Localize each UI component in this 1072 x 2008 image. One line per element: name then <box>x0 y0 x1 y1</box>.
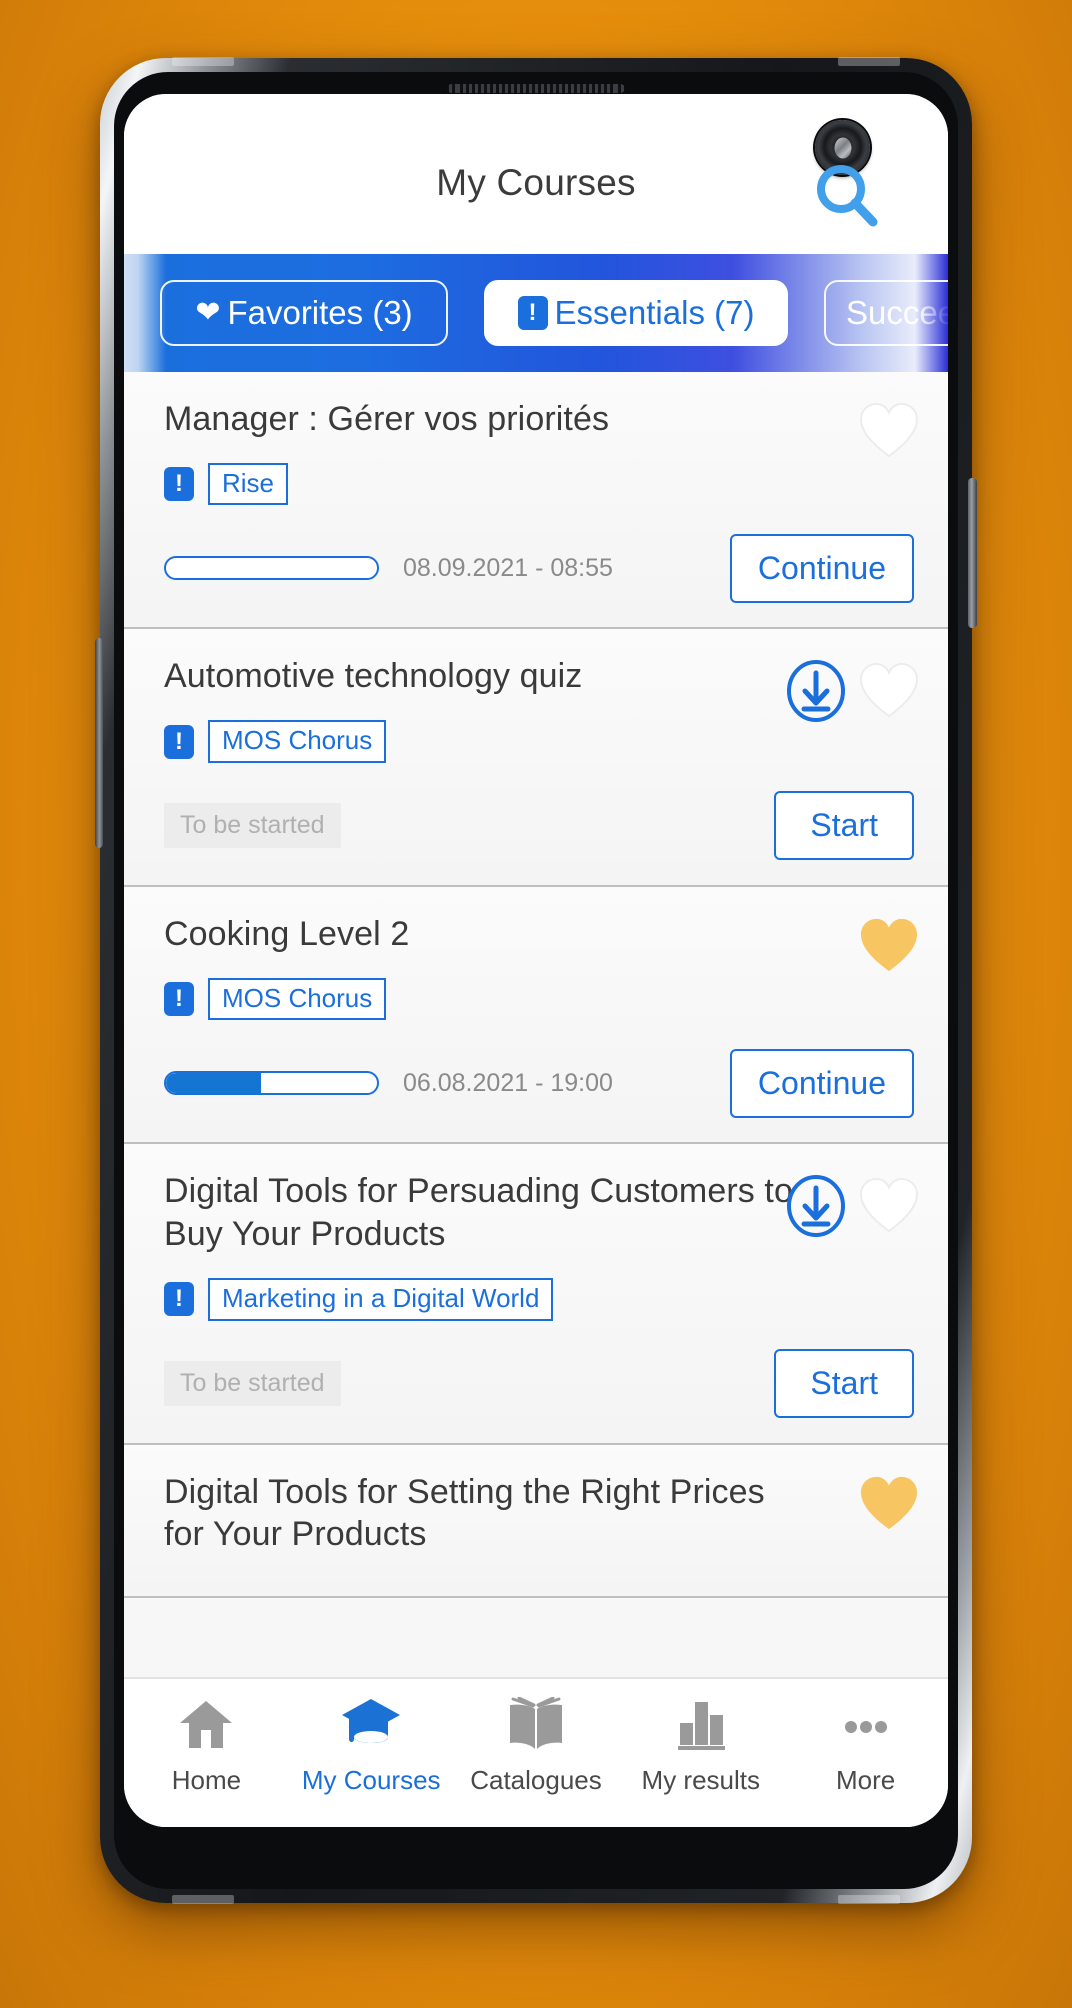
phone-device: My Courses ❤ Favorites (3) ! Essentials … <box>95 57 977 1904</box>
favorite-heart-icon[interactable] <box>858 917 920 975</box>
favorite-heart-icon[interactable] <box>858 662 920 720</box>
course-title: Automotive technology quiz <box>164 657 583 696</box>
card-actions <box>784 1174 920 1238</box>
frame-antenna-line <box>172 57 234 66</box>
course-card[interactable]: Digital Tools for Persuading Customers t… <box>124 1144 948 1445</box>
nav-item-my-results[interactable]: My results <box>618 1695 783 1796</box>
course-title: Digital Tools for Persuading Customers t… <box>164 1172 793 1254</box>
start-button[interactable]: Start <box>774 1349 914 1419</box>
exclamation-icon: ! <box>164 724 194 759</box>
course-card[interactable]: Cooking Level 2 ! MOS Chorus 06.08.2021 … <box>124 886 948 1145</box>
start-button[interactable]: Start <box>774 791 914 861</box>
nav-label-my-results: My results <box>641 1765 761 1795</box>
card-actions <box>784 659 920 723</box>
download-icon[interactable] <box>784 1174 848 1238</box>
nav-label-my-courses: My Courses <box>301 1765 441 1795</box>
course-date: 08.09.2021 - 08:55 <box>403 553 613 582</box>
search-icon[interactable] <box>808 156 886 234</box>
graduation-cap-icon <box>340 1695 402 1755</box>
progress-bar <box>164 1071 379 1096</box>
course-footer: To be started Start <box>164 789 914 863</box>
course-tag-row: ! MOS Chorus <box>164 720 914 763</box>
course-filter-tabs: ❤ Favorites (3) ! Essentials (7) Succee <box>124 254 948 372</box>
course-tag[interactable]: MOS Chorus <box>208 720 387 763</box>
nav-item-home[interactable]: Home <box>124 1695 289 1796</box>
exclamation-icon: ! <box>164 981 194 1016</box>
nav-label-home: Home <box>171 1765 242 1795</box>
frame-antenna-line <box>838 57 900 66</box>
volume-button[interactable] <box>95 638 103 848</box>
nav-label-catalogues: Catalogues <box>470 1765 602 1795</box>
card-actions <box>858 1475 920 1533</box>
course-tag[interactable]: Marketing in a Digital World <box>208 1277 554 1321</box>
download-icon[interactable] <box>784 659 848 723</box>
bar-chart-icon <box>672 1695 730 1755</box>
course-tag[interactable]: Rise <box>208 462 289 506</box>
tab-essentials-label: Essentials (7) <box>554 294 755 331</box>
course-card[interactable]: Automotive technology quiz ! MOS Chorus <box>124 629 948 887</box>
ellipsis-icon <box>837 1695 895 1755</box>
frame-antenna-line <box>172 1895 234 1904</box>
course-footer: 06.08.2021 - 19:00 Continue <box>164 1046 914 1120</box>
favorite-heart-icon[interactable] <box>858 1475 920 1533</box>
progress-bar <box>164 556 379 581</box>
exclamation-icon: ! <box>164 1282 194 1317</box>
course-tag-row: ! MOS Chorus <box>164 977 914 1021</box>
exclamation-icon: ! <box>517 296 548 330</box>
tab-favorites-label: Favorites (3) <box>227 294 413 331</box>
continue-button[interactable]: Continue <box>729 1048 914 1118</box>
course-card[interactable]: Manager : Gérer vos priorités ! Rise 08.… <box>124 372 948 630</box>
course-title: Digital Tools for Setting the Right Pric… <box>164 1472 765 1554</box>
favorite-heart-icon[interactable] <box>858 402 920 460</box>
tab-essentials[interactable]: ! Essentials (7) <box>484 280 788 346</box>
open-book-icon <box>507 1695 565 1755</box>
bottom-navigation: Home My Courses Catalogues My results Mo… <box>124 1677 948 1827</box>
tab-success[interactable]: Succee <box>824 280 948 346</box>
nav-item-more[interactable]: More <box>783 1695 948 1796</box>
nav-item-my-courses[interactable]: My Courses <box>289 1695 454 1796</box>
exclamation-icon: ! <box>164 467 194 502</box>
course-status: To be started <box>164 1361 341 1407</box>
app-header: My Courses <box>124 94 948 254</box>
course-footer: 08.09.2021 - 08:55 Continue <box>164 531 914 605</box>
course-status: To be started <box>164 803 341 849</box>
nav-item-catalogues[interactable]: Catalogues <box>454 1695 619 1796</box>
course-tag-row: ! Rise <box>164 462 914 506</box>
continue-button[interactable]: Continue <box>729 533 914 603</box>
progress-fill <box>166 1073 261 1094</box>
frame-antenna-line <box>838 1895 900 1904</box>
card-actions <box>858 917 920 975</box>
power-button[interactable] <box>968 478 977 628</box>
course-list[interactable]: Manager : Gérer vos priorités ! Rise 08.… <box>124 372 948 1677</box>
course-tag-row: ! Marketing in a Digital World <box>164 1277 914 1321</box>
course-title: Cooking Level 2 <box>164 914 410 953</box>
course-tag[interactable]: MOS Chorus <box>208 977 387 1021</box>
tab-favorites[interactable]: ❤ Favorites (3) <box>160 280 448 346</box>
course-footer: To be started Start <box>164 1347 914 1421</box>
card-actions <box>858 402 920 460</box>
heart-icon: ❤ <box>195 296 221 329</box>
nav-label-more: More <box>835 1765 896 1795</box>
course-title: Manager : Gérer vos priorités <box>164 400 610 438</box>
app-screen: My Courses ❤ Favorites (3) ! Essentials … <box>124 94 948 1827</box>
course-date: 06.08.2021 - 19:00 <box>403 1068 613 1097</box>
home-icon <box>178 1695 234 1755</box>
earpiece-speaker <box>447 84 625 93</box>
favorite-heart-icon[interactable] <box>858 1177 920 1235</box>
course-card[interactable]: Digital Tools for Setting the Right Pric… <box>124 1444 948 1599</box>
tab-success-label: Succee <box>846 294 948 331</box>
